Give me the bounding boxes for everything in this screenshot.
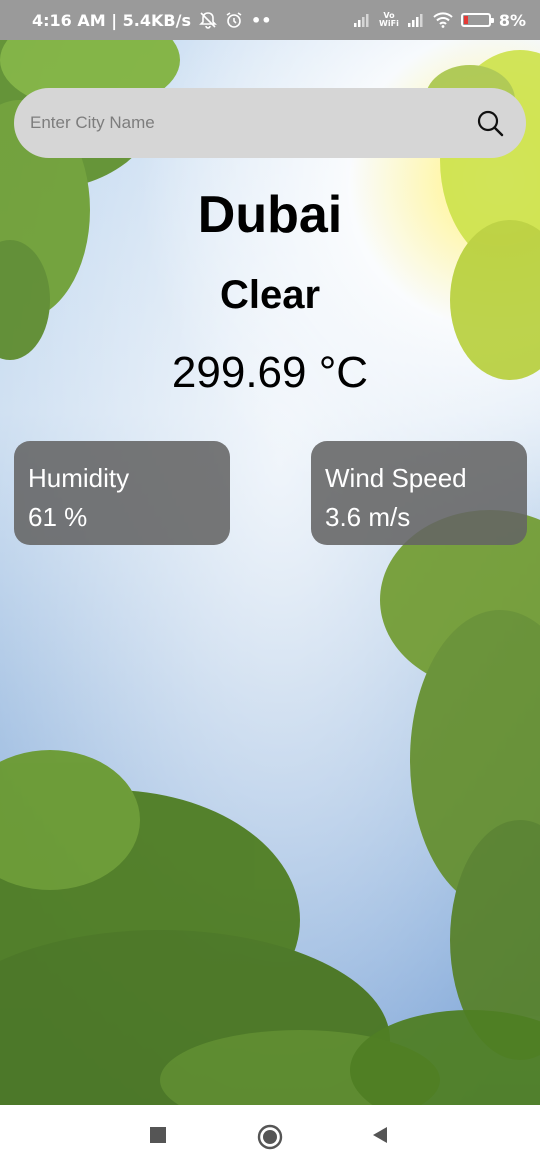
notification-dots: •• <box>250 10 272 30</box>
humidity-card: Humidity 61 % <box>14 441 230 545</box>
status-bar: 4:16 AM | 5.4KB/s •• Vo WiFi 8% <box>0 0 540 40</box>
wifi-icon <box>433 12 453 28</box>
mute-icon <box>199 11 217 29</box>
humidity-value: 61 % <box>28 502 88 532</box>
alarm-icon <box>225 11 243 29</box>
wind-speed-card: Wind Speed 3.6 m/s <box>311 441 527 545</box>
back-triangle-icon[interactable] <box>371 1126 389 1144</box>
humidity-label: Humidity <box>28 463 130 493</box>
search-icon[interactable] <box>476 109 504 137</box>
background-scene: Dubai Clear 299.69 °C Humidity 61 % Wind… <box>0 40 540 1105</box>
time-network-speed: 4:16 AM | 5.4KB/s <box>32 10 191 30</box>
navigation-bar <box>0 1105 540 1170</box>
wind-speed-value: 3.6 m/s <box>325 502 411 532</box>
temperature: 299.69 °C <box>171 348 369 397</box>
battery-percent: 8% <box>498 10 526 30</box>
recents-square-icon[interactable] <box>149 1126 167 1144</box>
search-bar[interactable] <box>14 88 526 158</box>
status-left: 4:16 AM | 5.4KB/s •• <box>32 11 271 30</box>
weather-condition: Clear <box>219 273 321 317</box>
city-name: Dubai <box>197 186 343 244</box>
status-right: Vo WiFi 8% <box>353 11 526 30</box>
battery-icon <box>460 13 494 27</box>
home-circle-icon[interactable] <box>257 1124 283 1150</box>
wind-speed-label: Wind Speed <box>325 463 467 493</box>
signal-icon <box>353 13 371 27</box>
vowifi-icon: Vo WiFi <box>379 12 399 28</box>
signal-icon-2 <box>407 13 425 27</box>
vowifi-bottom: WiFi <box>379 19 399 28</box>
city-search-input[interactable] <box>30 113 476 133</box>
